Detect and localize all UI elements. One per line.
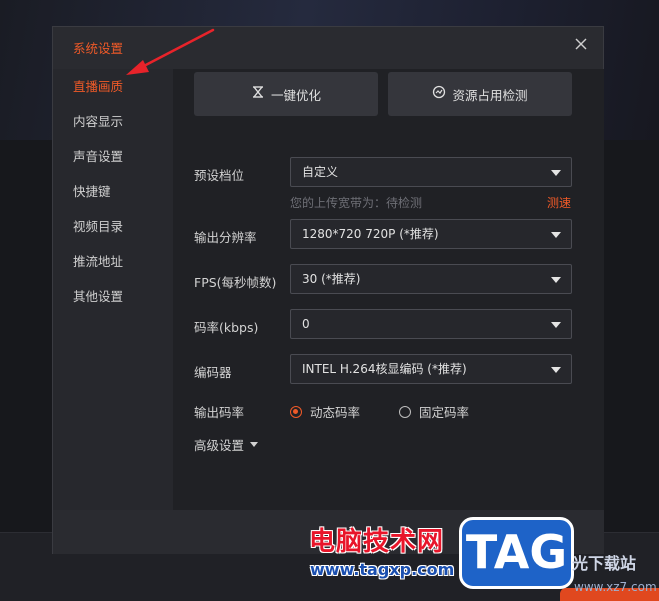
bitrate-label: 码率(kbps) (194, 320, 259, 335)
encoder-select[interactable]: INTEL H.264核显编码 (*推荐) (290, 354, 572, 384)
caret-down-icon (250, 442, 259, 447)
preset-select[interactable]: 自定义 (290, 157, 572, 187)
resource-check-label: 资源占用检测 (452, 87, 528, 103)
radio-unselected-icon (399, 405, 411, 418)
chevron-down-icon (551, 367, 561, 373)
sidebar-item-video-directory[interactable]: 视频目录 (53, 209, 173, 244)
sidebar-item-content-display[interactable]: 内容显示 (53, 104, 173, 139)
dialog-title: 系统设置 (73, 41, 124, 56)
fixed-bitrate-label: 固定码率 (419, 405, 470, 420)
dynamic-bitrate-radio[interactable]: 动态码率 (290, 402, 360, 421)
watermark-url: www.tagxp.com (310, 560, 455, 579)
speed-test-link[interactable]: 测速 (547, 194, 571, 211)
resolution-select[interactable]: 1280*720 720P (*推荐) (290, 219, 572, 249)
bitrate-select[interactable]: 0 (290, 309, 572, 339)
advanced-settings-label: 高级设置 (194, 438, 245, 453)
sidebar-item-audio-settings[interactable]: 声音设置 (53, 139, 173, 174)
fps-select[interactable]: 30 (*推荐) (290, 264, 572, 294)
sidebar-item-stream-url[interactable]: 推流地址 (53, 244, 173, 279)
upload-bandwidth-hint: 您的上传宽带为：待检测 (290, 196, 423, 210)
optimize-button-label: 一键优化 (270, 87, 321, 103)
sidebar-item-other-settings[interactable]: 其他设置 (53, 279, 173, 314)
encoder-value: INTEL H.264核显编码 (*推荐) (302, 362, 467, 376)
watermark-side-text: 光下载站 (572, 554, 637, 573)
radio-selected-icon (290, 405, 302, 418)
watermark-side-url: www.xz7.com (574, 580, 657, 594)
chevron-down-icon (551, 277, 561, 283)
settings-content: 一键优化 资源占用检测 预设档位 自定义 您的上传宽带为：待检测 测速 输出分辨… (173, 69, 604, 510)
watermark-logo: TAG (459, 517, 574, 589)
optimize-button[interactable]: 一键优化 (194, 72, 378, 116)
chevron-down-icon (551, 170, 561, 176)
resolution-value: 1280*720 720P (*推荐) (302, 227, 439, 241)
optimize-icon (251, 85, 265, 103)
close-icon-glyph (575, 38, 587, 50)
rate-mode-label: 输出码率 (194, 405, 245, 420)
resolution-label: 输出分辨率 (194, 230, 257, 245)
advanced-settings-toggle[interactable]: 高级设置 (194, 435, 259, 454)
fps-label: FPS(每秒帧数) (194, 275, 277, 290)
fixed-bitrate-radio[interactable]: 固定码率 (399, 402, 469, 421)
resource-monitor-icon (432, 85, 446, 103)
bitrate-value: 0 (302, 317, 310, 331)
settings-dialog: 系统设置 直播画质 内容显示 声音设置 快捷键 视频目录 推流地址 其他设置 一… (52, 26, 604, 554)
chevron-down-icon (551, 322, 561, 328)
close-icon[interactable] (573, 37, 589, 53)
preset-value: 自定义 (302, 165, 339, 179)
preset-label: 预设档位 (194, 168, 245, 183)
dynamic-bitrate-label: 动态码率 (310, 405, 361, 420)
sidebar-item-shortcuts[interactable]: 快捷键 (53, 174, 173, 209)
encoder-label: 编码器 (194, 365, 232, 380)
settings-sidebar: 直播画质 内容显示 声音设置 快捷键 视频目录 推流地址 其他设置 (53, 69, 173, 510)
fps-value: 30 (*推荐) (302, 272, 361, 286)
watermark-site-name: 电脑技术网 (309, 527, 445, 557)
chevron-down-icon (551, 232, 561, 238)
resource-check-button[interactable]: 资源占用检测 (388, 72, 572, 116)
sidebar-item-live-quality[interactable]: 直播画质 (53, 69, 173, 104)
